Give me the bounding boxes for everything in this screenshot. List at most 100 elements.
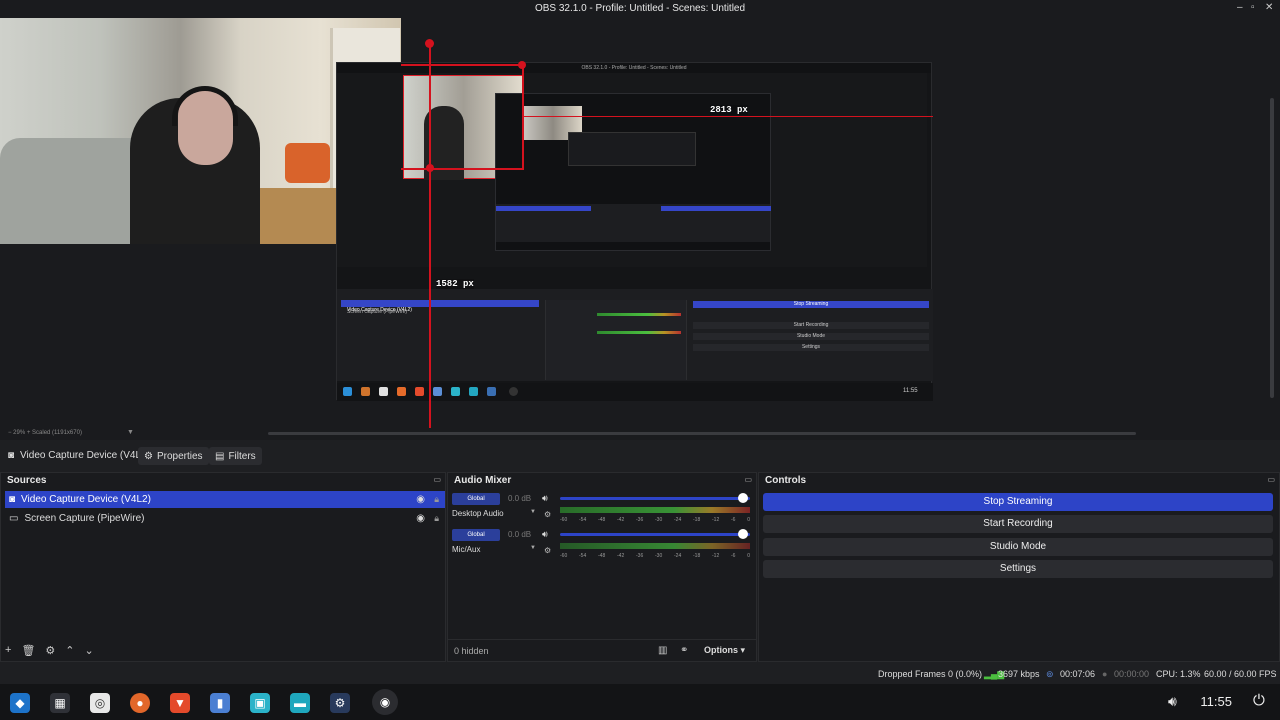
speaker-icon[interactable]: 🔊︎	[542, 529, 548, 540]
guide-vertical	[429, 40, 431, 428]
link-icon[interactable]: ⚭	[680, 645, 688, 656]
screen-capture-source[interactable]: OBS 32.1.0 - Profile: Untitled - Scenes:…	[336, 62, 933, 401]
controls-title: Controls	[765, 475, 807, 486]
close-icon[interactable]: ✕	[1265, 2, 1273, 13]
volume-icon[interactable]: 🔊︎	[1168, 693, 1177, 710]
properties-label: Properties	[156, 450, 203, 462]
volume-slider[interactable]	[560, 497, 750, 500]
power-icon[interactable]: ⏻	[1253, 692, 1265, 709]
preview-canvas[interactable]: OBS 32.1.0 - Profile: Untitled - Scenes:…	[0, 18, 1280, 428]
deep-selection	[496, 206, 591, 211]
add-icon[interactable]: +	[5, 644, 11, 657]
preview-vertical-scrollbar[interactable]	[1270, 98, 1274, 398]
speaker-icon[interactable]: 🔊︎	[542, 493, 548, 504]
obs-icon[interactable]: ◉	[372, 689, 398, 715]
inner-ctl-studio: Studio Mode	[693, 333, 929, 340]
options-button[interactable]: Options ▾	[704, 645, 745, 656]
maximize-icon[interactable]: ▫	[1251, 2, 1255, 13]
resize-handle[interactable]	[426, 164, 434, 172]
meter-tick-label: -6	[731, 517, 736, 523]
sources-title: Sources	[7, 475, 47, 486]
deep-window	[568, 132, 696, 166]
audio-mixer-dock: Audio Mixer ▭ Global 0.0 dB 🔊︎ Desktop A…	[447, 472, 757, 662]
source-item-video-capture[interactable]: ◙ Video Capture Device (V4L2) ◉ 🔒︎	[5, 491, 445, 508]
screenshot-icon[interactable]: ▣	[250, 693, 270, 713]
channel-tag: Global	[452, 493, 500, 505]
meter-tick-label: -48	[598, 553, 606, 559]
meter-tick-label: -18	[693, 517, 701, 523]
meter-tick-label: -42	[617, 517, 625, 523]
inner-app-icon	[343, 387, 352, 396]
inner-app-icon	[379, 387, 388, 396]
apps-grid-icon[interactable]: ▦	[50, 693, 70, 713]
filters-button[interactable]: ▤ Filters	[209, 447, 262, 465]
mixer-footer: 0 hidden ▥ ⚭ Options ▾	[448, 639, 756, 661]
device-label[interactable]: Desktop Audio ▼	[452, 509, 542, 518]
guide-horizontal	[523, 116, 933, 117]
zoom-dropdown-icon[interactable]: ▼	[127, 429, 134, 436]
zoom-bar: − 29% + Scaled (1191x670) ▼	[0, 428, 1280, 440]
meter-tick-label: -30	[655, 517, 663, 523]
visibility-eye-icon[interactable]: ◉	[416, 513, 425, 524]
volume-knob[interactable]	[738, 529, 748, 539]
settings-app-icon[interactable]: ◎	[90, 693, 110, 713]
brave-icon[interactable]: ▼	[170, 693, 190, 713]
mixer-gear-icon[interactable]: ⚙	[544, 510, 551, 519]
start-recording-button[interactable]: Start Recording	[763, 515, 1273, 533]
minimize-icon[interactable]: –	[1237, 2, 1243, 13]
gear-icon[interactable]: ⚙	[45, 644, 55, 657]
audio-meter	[560, 543, 750, 549]
files-icon[interactable]: ▬	[290, 693, 310, 713]
layout-icon[interactable]: ▥	[658, 645, 667, 656]
context-source-name: Video Capture Device (V4L	[20, 450, 142, 461]
stop-streaming-button[interactable]: Stop Streaming	[763, 493, 1273, 511]
meter-scale: -60 -54 -48 -42 -36 -30 -24 -18 -12 -6 0	[560, 553, 750, 559]
mixer-gear-icon[interactable]: ⚙	[544, 546, 551, 555]
meter-tick-label: -54	[579, 553, 587, 559]
options-label: Options	[704, 645, 738, 655]
launcher-icon[interactable]: ◆	[10, 693, 30, 713]
preview-horizontal-scrollbar[interactable]	[268, 432, 1136, 435]
move-down-icon[interactable]: ⌄	[85, 644, 94, 657]
record-time: 00:00:00	[1114, 669, 1150, 679]
mixer-header: Audio Mixer ▭	[448, 473, 756, 489]
volume-slider[interactable]	[560, 533, 750, 536]
filters-label: Filters	[228, 450, 256, 462]
studio-mode-button[interactable]: Studio Mode	[763, 538, 1273, 556]
gear-icon: ⚙	[144, 450, 153, 462]
store-icon[interactable]: ▮	[210, 693, 230, 713]
stream-icon: ⊚	[1046, 669, 1054, 679]
dock-menu-icon[interactable]: ▭	[744, 475, 752, 484]
volume-knob[interactable]	[738, 493, 748, 503]
meter-tick-label: -42	[617, 553, 625, 559]
steam-icon[interactable]: ⚙	[330, 693, 350, 713]
meter-tick-label: -24	[674, 517, 682, 523]
dock-menu-icon[interactable]: ▭	[433, 475, 441, 484]
guide-handle-top[interactable]	[425, 39, 434, 48]
bbox-right-edge	[522, 64, 524, 170]
settings-button[interactable]: Settings	[763, 560, 1273, 578]
visibility-eye-icon[interactable]: ◉	[416, 494, 425, 505]
sources-dock: Sources ▭ ◙ Video Capture Device (V4L2) …	[0, 472, 446, 662]
device-label[interactable]: Mic/Aux ▼	[452, 545, 542, 554]
source-item-screen-capture[interactable]: ▭ Screen Capture (PipeWire) ◉ 🔒︎	[5, 510, 445, 527]
trash-icon[interactable]: 🗑︎	[21, 644, 35, 657]
lock-icon[interactable]: 🔒︎	[434, 494, 439, 505]
sources-header: Sources ▭	[1, 473, 445, 489]
inner-mixer	[545, 300, 687, 380]
firefox-icon[interactable]: ●	[130, 693, 150, 713]
bbox-bottom-edge	[401, 168, 523, 170]
inner-app-icon	[361, 387, 370, 396]
taskbar-clock[interactable]: 11:55	[1200, 694, 1232, 709]
chevron-down-icon: ▼	[530, 509, 536, 515]
audio-meter	[560, 507, 750, 513]
inner-preview	[337, 73, 927, 267]
lock-icon[interactable]: 🔒︎	[434, 513, 439, 524]
resize-handle[interactable]	[518, 61, 526, 69]
properties-button[interactable]: ⚙ Properties	[138, 447, 209, 465]
cpu-usage: CPU: 1.3%	[1156, 669, 1201, 679]
zoom-label[interactable]: − 29% + Scaled (1191x670)	[8, 430, 82, 436]
move-up-icon[interactable]: ⌃	[65, 644, 74, 657]
dock-menu-icon[interactable]: ▭	[1267, 475, 1275, 484]
meter-tick-label: -12	[712, 517, 720, 523]
